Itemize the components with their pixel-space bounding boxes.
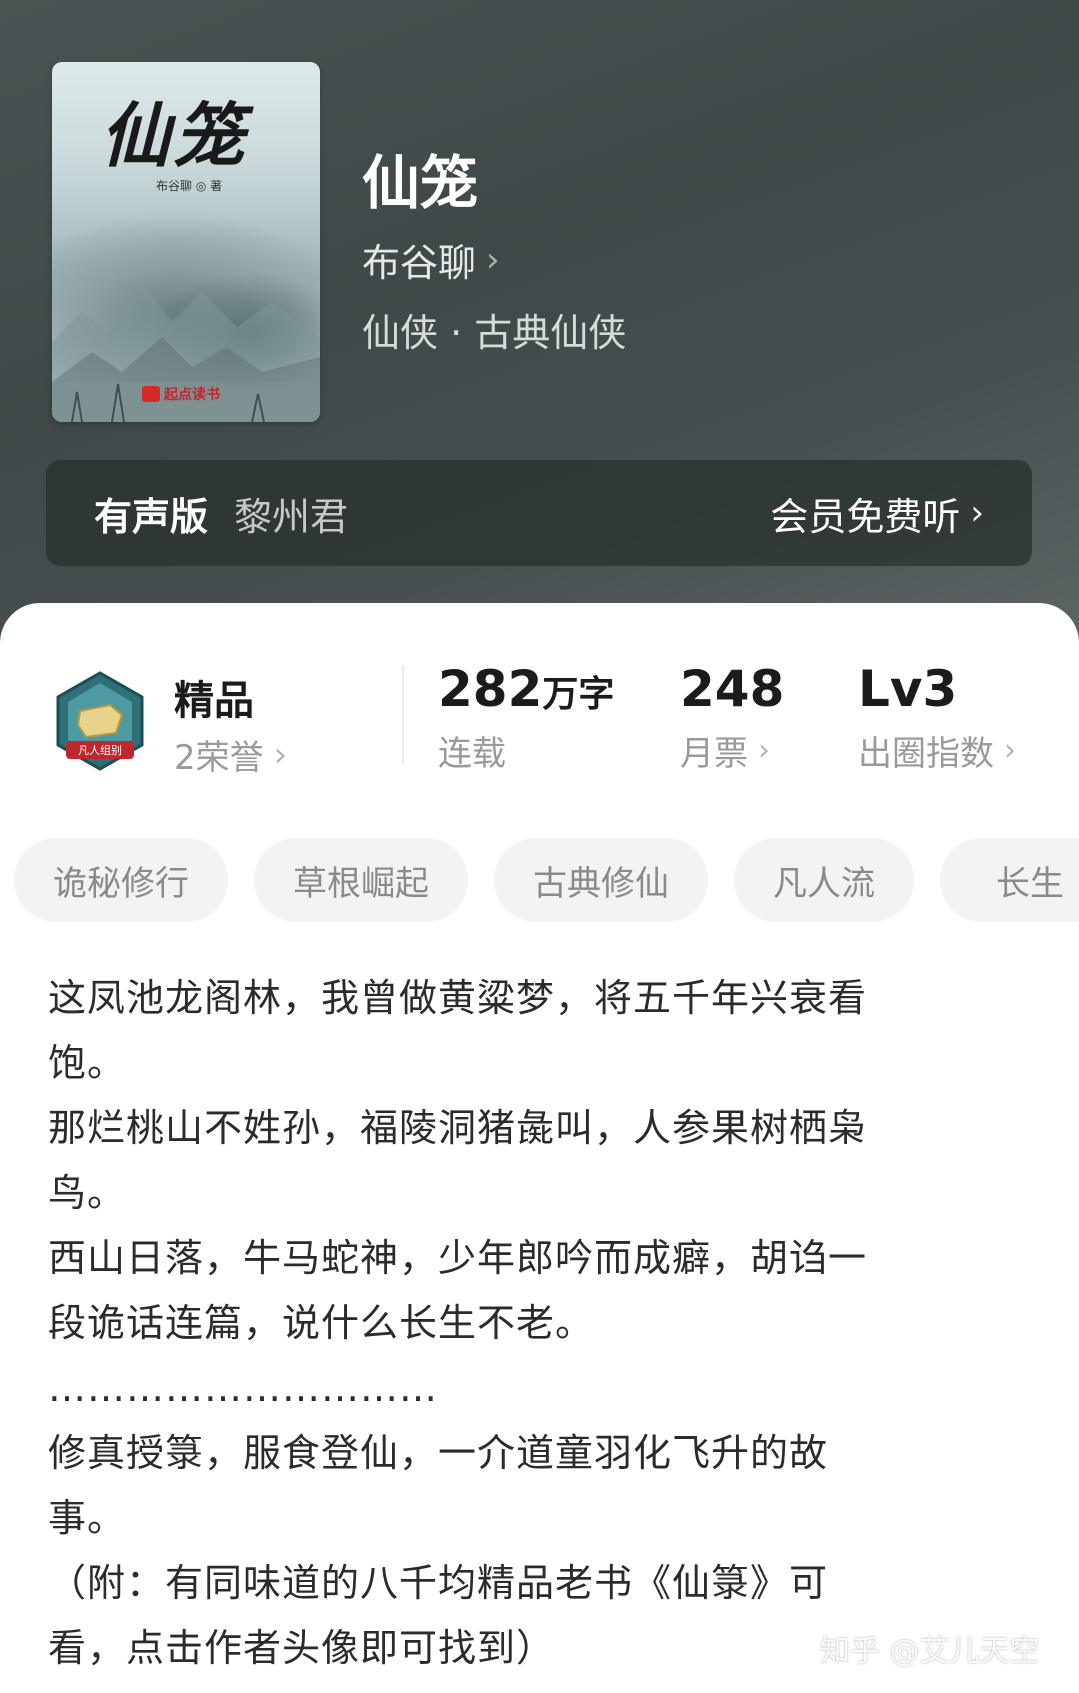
audio-narrator: 黎州君 — [234, 494, 349, 539]
tag-chip[interactable]: 古典修仙 — [494, 838, 708, 922]
tag-list: 诡秘修行 草根崛起 古典修仙 凡人流 长生 — [14, 838, 1079, 922]
author-name: 布谷聊 — [362, 241, 477, 285]
audio-label: 有声版 — [94, 494, 209, 539]
book-title: 仙笼 — [362, 149, 479, 217]
synopsis-line: 这凤池龙阁林，我曾做黄粱梦，将五千年兴衰看 — [48, 976, 868, 1020]
synopsis-line: （附：有同味道的八千均精品老书《仙箓》可 — [48, 1561, 829, 1605]
chevron-right-icon: › — [486, 239, 500, 280]
honors-count: 2荣誉 — [174, 738, 264, 778]
synopsis-line: 事。 — [48, 1496, 127, 1540]
tag-chip[interactable]: 凡人流 — [734, 838, 914, 922]
stat-unit: 万字 — [542, 674, 615, 715]
stat-label: 月票 — [680, 734, 748, 774]
tag-chip[interactable]: 诡秘修行 — [14, 838, 228, 922]
synopsis-line: 修真授箓，服食登仙，一介道童羽化飞升的故 — [48, 1431, 829, 1475]
publisher-icon — [142, 386, 160, 402]
synopsis-line: 饱。 — [48, 1041, 127, 1085]
chevron-right-icon: › — [970, 493, 984, 533]
chevron-right-icon: › — [1004, 733, 1016, 768]
rank-title: 精品 — [174, 678, 254, 724]
honors-link[interactable]: 2荣誉 › — [174, 730, 287, 779]
book-genre: 仙侠 · 古典仙侠 — [362, 311, 627, 355]
chevron-right-icon: › — [273, 734, 288, 775]
stat-value: 248 — [680, 660, 785, 718]
author-link[interactable]: 布谷聊 › — [362, 232, 500, 287]
chevron-right-icon: › — [758, 733, 770, 768]
cover-author: 布谷聊 ◎ 著 — [156, 179, 223, 193]
stat-label: 出圈指数 — [858, 734, 994, 774]
cover-publisher-logo: 起点读书 — [142, 384, 220, 404]
synopsis-line: 鸟。 — [48, 1171, 127, 1215]
synopsis-line: 那烂桃山不姓孙，福陵洞猪彘叫，人参果树栖枭 — [48, 1106, 868, 1150]
publisher-name: 起点读书 — [164, 387, 220, 403]
cover-title: 仙笼 — [100, 94, 248, 177]
stats-divider — [402, 665, 404, 765]
tag-chip[interactable]: 草根崛起 — [254, 838, 468, 922]
rank-badge-text: 凡人组别 — [78, 743, 122, 757]
synopsis-line: 西山日落，牛马蛇神，少年郎吟而成癖，胡诌一 — [48, 1236, 868, 1280]
free-listen-button[interactable]: 会员免费听 › — [770, 486, 984, 541]
stat-label: 连载 — [438, 734, 506, 774]
stat-label-row: 月票 › — [680, 726, 784, 775]
tag-chip[interactable]: 长生 — [940, 838, 1079, 922]
book-cover[interactable]: 仙笼 布谷聊 ◎ 著 起点读书 — [52, 62, 320, 422]
watermark: 知乎 @艾儿天空 — [820, 1634, 1040, 1669]
stat-value: Lv3 — [858, 660, 958, 718]
stat-monthly-tickets[interactable]: 248 月票 › — [680, 660, 784, 775]
synopsis-line: 段诡话连篇，说什么长生不老。 — [48, 1301, 595, 1345]
book-synopsis[interactable]: 这凤池龙阁林，我曾做黄粱梦，将五千年兴衰看 饱。 那烂桃山不姓孙，福陵洞猪彘叫，… — [48, 966, 1008, 1681]
audio-version-bar[interactable]: 有声版 黎州君 会员免费听 › — [46, 460, 1032, 566]
stat-popularity-index[interactable]: Lv3 出圈指数 › — [858, 660, 1016, 775]
free-listen-label: 会员免费听 — [770, 494, 961, 539]
rank-badge-icon[interactable]: 凡人组别 — [52, 671, 148, 773]
stat-word-count: 282万字 连载 — [438, 660, 614, 775]
synopsis-line: ………………………… — [48, 1366, 438, 1410]
stat-label-row: 出圈指数 › — [858, 726, 1016, 775]
stat-value: 282 — [438, 660, 543, 718]
